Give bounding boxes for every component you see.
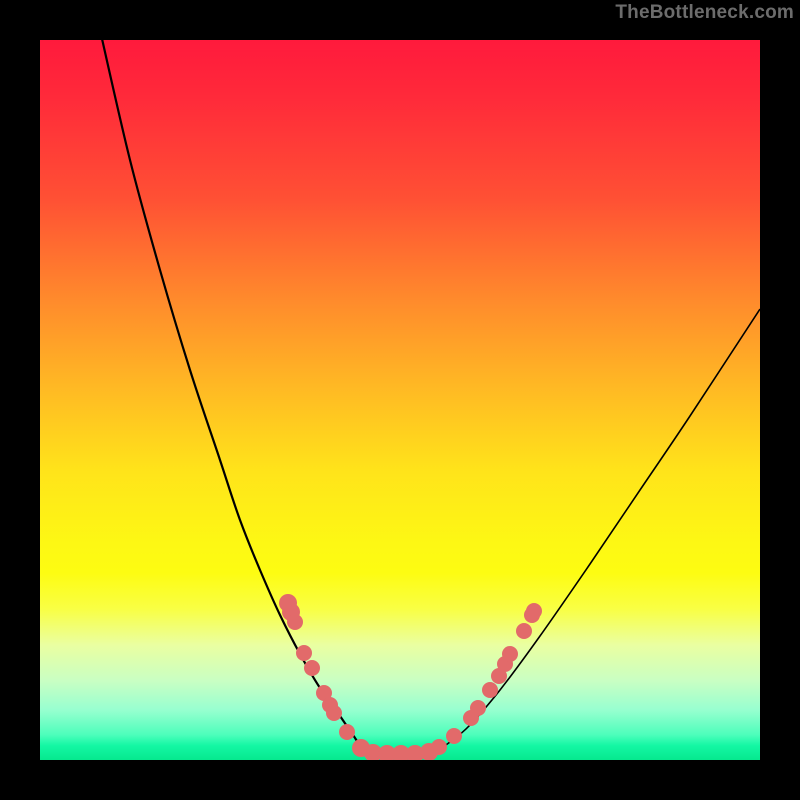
data-point bbox=[446, 728, 462, 744]
bottleneck-curve-left bbox=[100, 40, 435, 752]
data-point bbox=[304, 660, 320, 676]
data-point bbox=[482, 682, 498, 698]
data-point bbox=[502, 646, 518, 662]
curve-svg bbox=[40, 40, 760, 760]
attribution-label: TheBottleneck.com bbox=[615, 2, 794, 24]
bottleneck-curve-right bbox=[353, 309, 760, 752]
chart-wrapper: TheBottleneck.com bbox=[0, 0, 800, 800]
data-point bbox=[526, 603, 542, 619]
data-point bbox=[339, 724, 355, 740]
data-point bbox=[287, 614, 303, 630]
data-point bbox=[516, 623, 532, 639]
data-point-group bbox=[279, 594, 542, 760]
data-point bbox=[431, 739, 447, 755]
data-point bbox=[296, 645, 312, 661]
plot-area bbox=[40, 40, 760, 760]
data-point bbox=[326, 705, 342, 721]
data-point bbox=[470, 700, 486, 716]
